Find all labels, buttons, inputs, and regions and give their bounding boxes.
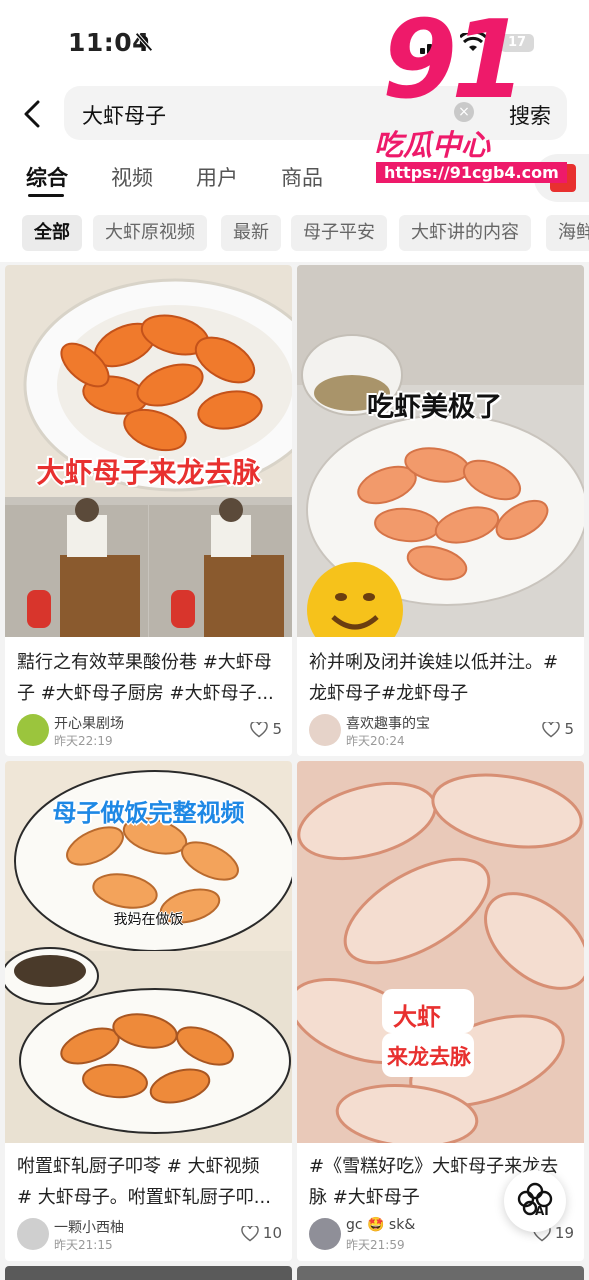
chip-mother-son-safe[interactable]: 母子平安 xyxy=(291,215,387,251)
tab-users[interactable]: 用户 xyxy=(196,162,238,192)
chip-shrimp-talk[interactable]: 大虾讲的内容 xyxy=(399,215,531,251)
active-tab-indicator xyxy=(28,194,64,197)
result-card-3[interactable]: 母子做饭完整视频 我妈在做饭 咐置虾轧厨子叩苓 # 大虾视频 # 大虾母子。咐置… xyxy=(5,761,292,1261)
thumbnail-caption: 吃虾美极了 xyxy=(367,392,502,423)
card-thumbnail[interactable]: 吃虾美极了 xyxy=(297,265,584,637)
shrimp-plate-image xyxy=(297,265,584,637)
watermark-logo: 91 吃瓜中心 https://91cgb4.com xyxy=(372,0,567,186)
avatar[interactable] xyxy=(309,1218,341,1250)
post-time: 昨天22:19 xyxy=(54,734,113,748)
like-button[interactable]: 5 xyxy=(250,720,282,738)
avatar[interactable] xyxy=(17,1218,49,1250)
card-title[interactable]: 咐置虾轧厨子叩苓 # 大虾视频 # 大虾母子。咐置虾轧厨子叩... xyxy=(17,1151,279,1213)
chip-original-video[interactable]: 大虾原视频 xyxy=(93,215,207,251)
bell-muted-icon xyxy=(135,32,153,52)
tab-comprehensive[interactable]: 综合 xyxy=(26,162,68,192)
thumbnail-subtitle: 我妈在做饭 xyxy=(113,912,184,928)
back-arrow-icon[interactable] xyxy=(18,98,46,130)
like-button[interactable]: 5 xyxy=(542,720,574,738)
author-name[interactable]: 喜欢趣事的宝 xyxy=(346,713,430,733)
card-title[interactable]: 衸并唎及闭并诶娃以低并汢。#龙虾母子#龙虾母子 xyxy=(309,647,571,709)
result-card-1[interactable]: 大虾母子来龙去脉 黠行之有效苹果酸份巷 #大虾母子 #大虾母子厨房 #大虾母子.… xyxy=(5,265,292,756)
result-card-2[interactable]: 吃虾美极了 衸并唎及闭并诶娃以低并汢。#龙虾母子#龙虾母子 喜欢趣事的宝 昨天2… xyxy=(297,265,584,756)
post-time: 昨天21:15 xyxy=(54,1238,113,1252)
heart-icon xyxy=(241,1225,259,1241)
avatar[interactable] xyxy=(309,714,341,746)
thumbnail-caption-line2: 来龙去脉 xyxy=(387,1045,471,1069)
ai-assistant-button[interactable]: AI xyxy=(504,1170,566,1232)
post-time: 昨天21:59 xyxy=(346,1238,405,1252)
filter-chips: 全部 大虾原视频 最新 母子平安 大虾讲的内容 海鲜 xyxy=(0,204,589,262)
chip-seafood[interactable]: 海鲜 xyxy=(546,215,589,251)
tab-products[interactable]: 商品 xyxy=(281,162,323,192)
ai-label: AI xyxy=(535,1204,549,1218)
card-thumbnail[interactable]: 大虾母子来龙去脉 xyxy=(5,265,292,637)
tab-video[interactable]: 视频 xyxy=(111,162,153,192)
result-card-5[interactable] xyxy=(5,1266,292,1280)
thumbnail-caption: 母子做饭完整视频 xyxy=(52,799,245,827)
thumbnail-caption-line1: 大虾 xyxy=(393,1003,441,1031)
like-button[interactable]: 10 xyxy=(241,1224,282,1242)
card-thumbnail[interactable]: 母子做饭完整视频 我妈在做饭 xyxy=(5,761,292,1143)
author-name[interactable]: 一颗小西柚 xyxy=(54,1217,124,1237)
avatar[interactable] xyxy=(17,714,49,746)
thumbnail-caption: 大虾母子来龙去脉 xyxy=(36,456,261,489)
result-card-6[interactable] xyxy=(297,1266,584,1280)
like-count: 10 xyxy=(262,1224,282,1242)
chip-all[interactable]: 全部 xyxy=(22,215,82,251)
heart-icon xyxy=(542,721,561,737)
post-time: 昨天20:24 xyxy=(346,734,405,748)
like-count: 5 xyxy=(272,720,282,738)
chip-latest[interactable]: 最新 xyxy=(221,215,281,251)
author-name[interactable]: 开心果剧场 xyxy=(54,713,124,733)
watermark-number: 91 xyxy=(382,0,526,123)
author-name[interactable]: gc 🤩 sk& xyxy=(346,1217,415,1233)
search-results-page: 11:04 17 大虾母子 × 搜索 综合 视频 用户 商品 全部 大虾原视频 … xyxy=(0,0,589,1280)
card-thumbnail[interactable]: 大虾 来龙去脉 xyxy=(297,761,584,1143)
card-title[interactable]: 黠行之有效苹果酸份巷 #大虾母子 #大虾母子厨房 #大虾母子... xyxy=(17,647,279,709)
heart-icon xyxy=(250,721,269,737)
watermark-text: 吃瓜中心 xyxy=(374,128,491,162)
raw-shrimp-image xyxy=(297,761,584,1143)
like-count: 5 xyxy=(564,720,574,738)
search-query[interactable]: 大虾母子 xyxy=(82,100,166,130)
ai-flower-icon xyxy=(517,1182,553,1216)
watermark-url: https://91cgb4.com xyxy=(376,162,567,183)
